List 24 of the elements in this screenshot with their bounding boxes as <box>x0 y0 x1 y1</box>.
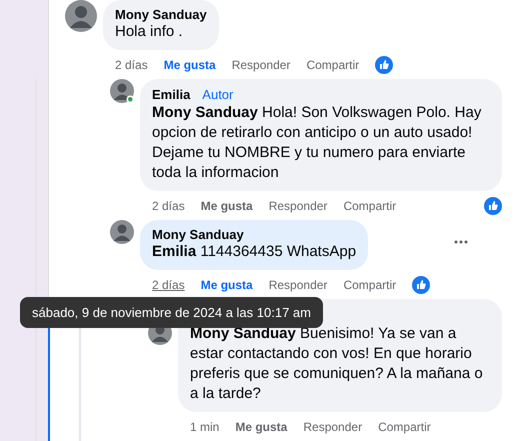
action-link[interactable]: Responder <box>268 278 328 292</box>
like-link[interactable]: Me gusta <box>164 58 216 72</box>
author-name[interactable]: Mony Sanduay <box>115 7 207 22</box>
comment-time[interactable]: 2 días <box>115 58 148 72</box>
author-name[interactable]: Mony Sanduay <box>152 227 244 242</box>
action-link[interactable]: Responder <box>303 420 362 434</box>
action-link[interactable]: Compartir <box>306 58 360 72</box>
action-link[interactable]: Compartir <box>343 278 396 292</box>
comment-time[interactable]: 1 min <box>190 420 220 434</box>
author-badge: Autor <box>200 86 236 103</box>
author-name[interactable]: Emilia <box>152 87 190 102</box>
comment-time[interactable]: 2 días <box>152 278 185 292</box>
comment-text: Emilia 1144364435 WhatsApp <box>152 242 356 262</box>
action-link[interactable]: Responder <box>232 58 290 72</box>
like-link[interactable]: Me gusta <box>200 278 253 292</box>
action-link[interactable]: Compartir <box>343 199 396 213</box>
comment-time[interactable]: 2 días <box>152 199 185 213</box>
comment-text: Mony Sanduay Hola! Son Volkswagen Polo. Hay opcion de retirarlo con anticipo o un auto usado! Dejame tu NOMBRE y tu numero para enviarte toda la informacion <box>152 103 482 183</box>
comment-text: Hola info . <box>115 22 184 42</box>
like-link[interactable]: Me gusta <box>235 420 288 434</box>
action-link[interactable]: Responder <box>268 199 328 213</box>
date-tooltip: sábado, 9 de noviembre de 2024 a las 10:17 am <box>20 297 323 328</box>
like-link[interactable]: Me gusta <box>200 199 253 213</box>
action-link[interactable]: Compartir <box>378 420 431 434</box>
